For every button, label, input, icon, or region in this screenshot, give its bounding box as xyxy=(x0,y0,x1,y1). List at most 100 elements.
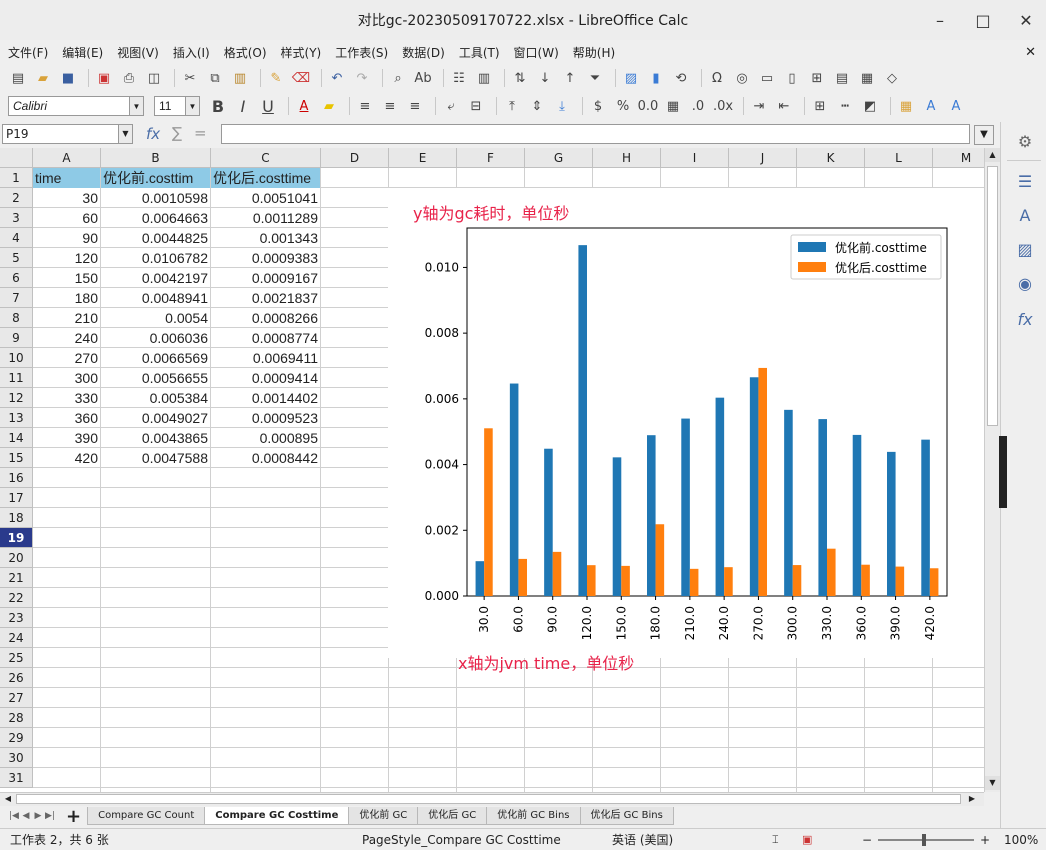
copy-icon[interactable]: ⧉ xyxy=(205,68,225,88)
table-cell[interactable]: 0.001343 xyxy=(211,228,320,248)
headers-footers-icon[interactable]: ▯ xyxy=(782,68,802,88)
align-right-icon[interactable]: ≡ xyxy=(405,96,425,116)
split-window-icon[interactable]: ▦ xyxy=(857,68,877,88)
table-cell[interactable]: 0.0044825 xyxy=(101,228,210,248)
define-print-area-icon[interactable]: ⊞ xyxy=(807,68,827,88)
align-top-icon[interactable]: ⤒ xyxy=(502,96,522,116)
increase-indent-icon[interactable]: ⇥ xyxy=(749,96,769,116)
chevron-down-icon[interactable]: ▼ xyxy=(185,97,199,115)
tab-after-gc-bins[interactable]: 优化后 GC Bins xyxy=(579,807,674,825)
table-cell[interactable]: 240 xyxy=(33,328,100,348)
show-draw-functions-icon[interactable]: ◇ xyxy=(882,68,902,88)
chevron-down-icon[interactable]: ▼ xyxy=(118,125,132,143)
column-header-i[interactable]: I xyxy=(661,148,729,168)
row-header-16[interactable]: 16 xyxy=(0,468,33,488)
font-color-icon[interactable]: A xyxy=(294,96,314,116)
add-decimal-icon[interactable]: .0 xyxy=(688,96,708,116)
tab-after-gc[interactable]: 优化后 GC xyxy=(417,807,488,825)
paste-icon[interactable]: ▥ xyxy=(230,68,250,88)
table-cell[interactable]: 0.0051041 xyxy=(211,188,320,208)
table-cell[interactable]: 0.0008266 xyxy=(211,308,320,328)
date-format-icon[interactable]: ▦ xyxy=(663,96,683,116)
functions-icon[interactable]: fx xyxy=(1014,308,1036,330)
table-cell[interactable]: 0.005384 xyxy=(101,388,210,408)
zoom-out-button[interactable]: − xyxy=(862,833,872,847)
table-cell[interactable]: 0.0011289 xyxy=(211,208,320,228)
tab-before-gc-bins[interactable]: 优化前 GC Bins xyxy=(486,807,581,825)
save-icon[interactable]: ■ xyxy=(58,68,78,88)
last-sheet-icon[interactable]: ▶| xyxy=(44,808,56,824)
row-header-9[interactable]: 9 xyxy=(0,328,33,348)
freeze-rows-icon[interactable]: ▤ xyxy=(832,68,852,88)
chevron-down-icon[interactable]: ▼ xyxy=(129,97,143,115)
column-header-k[interactable]: K xyxy=(797,148,865,168)
undo-icon[interactable]: ↶ xyxy=(327,68,347,88)
sort-ascending-icon[interactable]: ↓ xyxy=(535,68,555,88)
wrap-text-icon[interactable]: ⤶ xyxy=(441,96,461,116)
table-cell[interactable]: 0.0009167 xyxy=(211,268,320,288)
autofilter-icon[interactable]: ⏷ xyxy=(585,68,605,88)
column-header-e[interactable]: E xyxy=(389,148,457,168)
table-cell[interactable]: 210 xyxy=(33,308,100,328)
horizontal-scrollbar[interactable]: ◀ ▶ xyxy=(0,792,984,806)
highlight-color-icon[interactable]: ▰ xyxy=(319,96,339,116)
menu-file[interactable]: 文件(F) xyxy=(8,44,48,61)
table-cell[interactable]: 300 xyxy=(33,368,100,388)
language-status[interactable]: 英语 (美国) xyxy=(612,831,673,848)
row-header-29[interactable]: 29 xyxy=(0,728,33,748)
row-header-1[interactable]: 1 xyxy=(0,168,33,188)
minimize-button[interactable]: – xyxy=(928,8,952,32)
column-header-c[interactable]: C xyxy=(211,148,321,168)
properties-icon[interactable]: ☰ xyxy=(1014,170,1036,192)
previous-sheet-icon[interactable]: ◀ xyxy=(20,808,32,824)
font-size-combobox[interactable]: 11 ▼ xyxy=(154,96,200,116)
scroll-up-icon[interactable]: ▲ xyxy=(985,148,1000,162)
table-cell[interactable]: 150 xyxy=(33,268,100,288)
spelling-icon[interactable]: Ab xyxy=(413,68,433,88)
menu-edit[interactable]: 编辑(E) xyxy=(62,44,103,61)
add-sheet-button[interactable]: + xyxy=(66,806,81,827)
table-cell[interactable]: 0.0042197 xyxy=(101,268,210,288)
row-header-10[interactable]: 10 xyxy=(0,348,33,368)
insert-image-icon[interactable]: ▨ xyxy=(621,68,641,88)
hyperlink-icon[interactable]: ◎ xyxy=(732,68,752,88)
menu-window[interactable]: 窗口(W) xyxy=(514,44,559,61)
row-header-2[interactable]: 2 xyxy=(0,188,33,208)
row-header-4[interactable]: 4 xyxy=(0,228,33,248)
sort-icon[interactable]: ⇅ xyxy=(510,68,530,88)
tab-compare-gc-count[interactable]: Compare GC Count xyxy=(87,807,206,825)
row-header-5[interactable]: 5 xyxy=(0,248,33,268)
table-cell[interactable]: 0.0014402 xyxy=(211,388,320,408)
table-cell[interactable]: 0.0009523 xyxy=(211,408,320,428)
chart-object[interactable]: y轴为gc耗时，单位秒 0.000 0.002 0.004 0.006 0.008 0.0… xyxy=(388,188,984,673)
row-header-17[interactable]: 17 xyxy=(0,488,33,508)
table-cell[interactable]: 330 xyxy=(33,388,100,408)
zoom-slider[interactable] xyxy=(878,839,974,841)
row-header-7[interactable]: 7 xyxy=(0,288,33,308)
row-header-12[interactable]: 12 xyxy=(0,388,33,408)
align-center-icon[interactable]: ≡ xyxy=(380,96,400,116)
styles-icon[interactable]: A xyxy=(1014,204,1036,226)
column-header-b[interactable]: B xyxy=(101,148,211,168)
gallery-icon[interactable]: ▨ xyxy=(1014,238,1036,260)
menu-styles[interactable]: 样式(Y) xyxy=(281,44,322,61)
table-cell[interactable]: 0.0066569 xyxy=(101,348,210,368)
scroll-right-icon[interactable]: ▶ xyxy=(966,793,978,805)
name-box[interactable]: P19 ▼ xyxy=(2,124,133,144)
table-cell[interactable]: 0.0021837 xyxy=(211,288,320,308)
print-preview-icon[interactable]: ◫ xyxy=(144,68,164,88)
row-header-8[interactable]: 8 xyxy=(0,308,33,328)
table-header-cell[interactable]: time xyxy=(33,168,100,188)
table-cell[interactable]: 0.0069411 xyxy=(211,348,320,368)
table-cell[interactable]: 0.0009383 xyxy=(211,248,320,268)
text-vertical-icon[interactable]: A xyxy=(921,96,941,116)
delete-decimal-icon[interactable]: .0x xyxy=(713,96,733,116)
column-header-f[interactable]: F xyxy=(457,148,525,168)
table-cell[interactable]: 90 xyxy=(33,228,100,248)
table-cell[interactable]: 0.006036 xyxy=(101,328,210,348)
table-cell[interactable]: 0.0048941 xyxy=(101,288,210,308)
row-header-11[interactable]: 11 xyxy=(0,368,33,388)
formula-input[interactable] xyxy=(221,124,970,144)
number-format-icon[interactable]: 0.0 xyxy=(638,96,659,116)
menu-help[interactable]: 帮助(H) xyxy=(573,44,615,61)
